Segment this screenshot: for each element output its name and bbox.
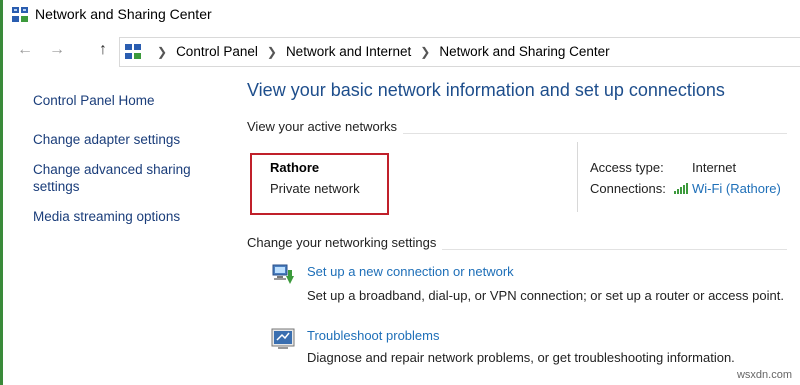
page-title: View your basic network information and … <box>247 80 725 100</box>
setup-connection-link[interactable]: Set up a new connection or network <box>307 264 514 279</box>
sidebar-item-media-streaming-options[interactable]: Media streaming options <box>33 208 233 225</box>
wifi-signal-icon <box>674 183 688 194</box>
control-panel-icon <box>125 44 141 59</box>
address-bar[interactable]: ❯ Control Panel ❯ Network and Internet ❯ Netw… <box>119 37 800 67</box>
sidebar: Control Panel Home Change adapter settin… <box>33 92 233 238</box>
network-name: Rathore <box>270 160 320 175</box>
troubleshoot-icon <box>271 328 295 349</box>
access-type-value: Internet <box>692 160 737 175</box>
title-bar: Network and Sharing Center <box>3 0 800 30</box>
breadcrumb-network-and-sharing-center[interactable]: Network and Sharing Center <box>439 44 609 59</box>
network-center-icon <box>12 7 28 22</box>
watermark: wsxdn.com <box>736 369 792 381</box>
back-arrow-icon[interactable]: ← <box>17 41 33 59</box>
wifi-connection-link[interactable]: Wi-Fi (Rathore) <box>692 181 781 196</box>
new-connection-icon <box>272 264 294 284</box>
troubleshoot-link[interactable]: Troubleshoot problems <box>307 328 439 343</box>
breadcrumb: ❯ Control Panel ❯ Network and Internet ❯ Netw… <box>148 44 610 59</box>
troubleshoot-description: Diagnose and repair network problems, or… <box>307 350 735 365</box>
breadcrumb-separator-icon[interactable]: ❯ <box>267 45 277 59</box>
active-networks-heading: View your active networks <box>247 119 404 134</box>
sidebar-item-change-adapter-settings[interactable]: Change adapter settings <box>33 131 233 148</box>
window-title: Network and Sharing Center <box>35 6 212 22</box>
connections-label: Connections: <box>590 181 666 196</box>
vertical-divider <box>577 142 578 212</box>
breadcrumb-control-panel[interactable]: Control Panel <box>176 44 258 59</box>
change-settings-heading: Change your networking settings <box>247 235 443 250</box>
setup-connection-description: Set up a broadband, dial-up, or VPN conn… <box>307 288 784 303</box>
breadcrumb-separator-icon[interactable]: ❯ <box>420 45 430 59</box>
sidebar-item-control-panel-home[interactable]: Control Panel Home <box>33 92 233 109</box>
forward-arrow-icon[interactable]: → <box>49 41 65 59</box>
network-type-link[interactable]: Private network <box>270 181 360 196</box>
navigation-bar: ← → ↑ ❯ Control Panel ❯ Network and Interne… <box>3 36 800 67</box>
breadcrumb-separator-icon[interactable]: ❯ <box>157 45 167 59</box>
sidebar-item-change-advanced-sharing-settings[interactable]: Change advanced sharing settings <box>33 161 193 195</box>
up-arrow-icon[interactable]: ↑ <box>99 41 107 59</box>
breadcrumb-network-and-internet[interactable]: Network and Internet <box>286 44 411 59</box>
access-type-label: Access type: <box>590 160 664 175</box>
